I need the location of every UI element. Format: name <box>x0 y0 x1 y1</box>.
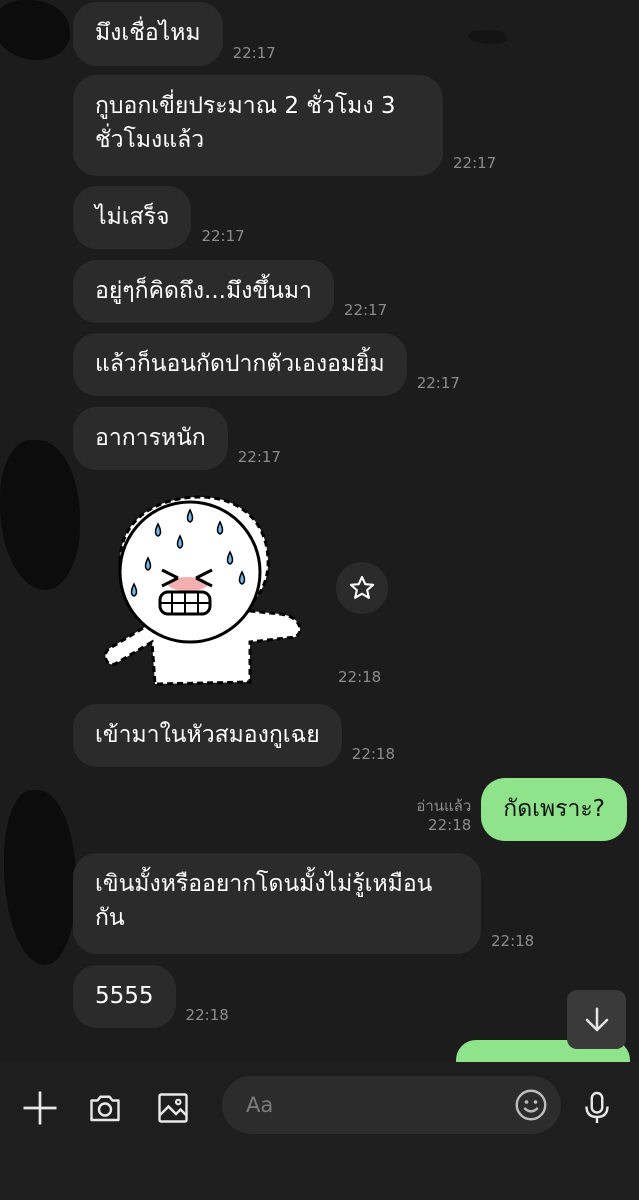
message-composer: Aa <box>0 1062 639 1200</box>
message-row: ไม่เสร็จ 22:17 <box>73 186 245 249</box>
message-time: 22:18 <box>491 932 535 950</box>
incoming-bubble[interactable]: เขินมั้งหรืออยากโดนมั้งไม่รู้เหมือนกัน <box>73 853 481 954</box>
message-time: 22:17 <box>416 374 460 392</box>
redacted-mark <box>468 30 508 44</box>
image-icon <box>158 1093 188 1123</box>
message-row: กูบอกเขี่ยประมาณ 2 ชั่วโมง 3 ชั่วโมงแล้ว… <box>73 75 496 176</box>
camera-button[interactable] <box>83 1086 127 1130</box>
chat-area[interactable]: มึงเชื่อไหม 22:17 กูบอกเขี่ยประมาณ 2 ชั่… <box>0 0 639 1062</box>
message-time: 22:17 <box>201 227 245 245</box>
redacted-avatar <box>4 790 76 965</box>
message-row: เขินมั้งหรืออยากโดนมั้งไม่รู้เหมือนกัน 2… <box>73 853 534 954</box>
star-icon <box>349 575 375 599</box>
message-time: 22:17 <box>343 301 388 319</box>
incoming-bubble[interactable]: มึงเชื่อไหม <box>73 2 223 66</box>
message-row: แล้วก็นอนกัดปากตัวเองอมยิ้ม 22:17 <box>73 333 460 396</box>
outgoing-bubble[interactable]: กัดเพราะ? <box>481 778 627 841</box>
message-input-placeholder: Aa <box>246 1093 274 1117</box>
redacted-avatar <box>0 440 80 590</box>
message-time: 22:17 <box>453 154 497 172</box>
message-input[interactable]: Aa <box>222 1076 561 1134</box>
add-button[interactable] <box>18 1086 62 1130</box>
incoming-bubble[interactable]: ไม่เสร็จ <box>73 186 192 249</box>
microphone-icon <box>585 1091 609 1123</box>
message-time: 22:17 <box>232 44 276 62</box>
sticker[interactable] <box>100 492 310 687</box>
message-time: 22:18 <box>428 816 472 834</box>
sticker-time: 22:18 <box>338 668 382 686</box>
incoming-bubble[interactable]: อยู่ๆก็คิดถึง...มึงขึ้นมา <box>73 260 334 323</box>
read-meta: อ่านแล้ว 22:18 <box>416 797 471 835</box>
gallery-button[interactable] <box>151 1086 195 1130</box>
incoming-bubble[interactable]: แล้วก็นอนกัดปากตัวเองอมยิ้ม <box>73 333 407 396</box>
read-status: อ่านแล้ว <box>416 797 472 815</box>
camera-icon <box>90 1095 120 1122</box>
message-time: 22:18 <box>185 1006 229 1024</box>
incoming-bubble[interactable]: เข้ามาในหัวสมองกูเฉย <box>73 704 342 767</box>
emoji-icon <box>515 1089 547 1121</box>
voice-button[interactable] <box>575 1086 619 1130</box>
message-row: อยู่ๆก็คิดถึง...มึงขึ้นมา 22:17 <box>73 260 387 323</box>
message-row: เข้ามาในหัวสมองกูเฉย 22:18 <box>73 704 395 767</box>
favorite-sticker-button[interactable] <box>336 562 388 614</box>
message-time: 22:18 <box>351 745 396 763</box>
message-row: มึงเชื่อไหม 22:17 <box>73 2 276 66</box>
message-time: 22:17 <box>237 448 281 466</box>
redacted-avatar <box>0 0 70 60</box>
outgoing-row: อ่านแล้ว 22:18 กัดเพราะ? <box>416 778 627 841</box>
incoming-bubble[interactable]: อาการหนัก <box>73 407 228 470</box>
arrow-down-icon <box>585 1007 608 1031</box>
emoji-button[interactable] <box>513 1087 549 1123</box>
plus-icon <box>23 1091 57 1125</box>
incoming-bubble[interactable]: 5555 <box>73 965 176 1028</box>
message-row: 5555 22:18 <box>73 965 229 1028</box>
scroll-to-bottom-button[interactable] <box>567 990 626 1049</box>
message-row: อาการหนัก 22:17 <box>73 407 281 470</box>
crying-sticker-icon <box>103 495 302 686</box>
incoming-bubble[interactable]: กูบอกเขี่ยประมาณ 2 ชั่วโมง 3 ชั่วโมงแล้ว <box>73 75 443 176</box>
